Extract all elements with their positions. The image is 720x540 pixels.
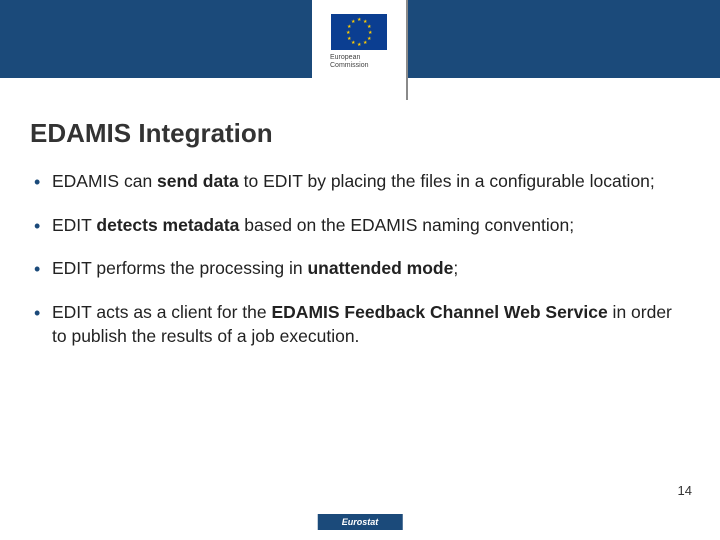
- slide-content: EDAMIS can send data to EDIT by placing …: [30, 170, 680, 368]
- slide: ★ ★ ★ ★ ★ ★ ★ ★ ★ ★ ★ ★ European Commiss…: [0, 0, 720, 540]
- bullet-text: ;: [453, 258, 458, 278]
- bullet-item: EDIT acts as a client for the EDAMIS Fee…: [30, 301, 680, 348]
- slide-title: EDAMIS Integration: [30, 118, 273, 149]
- eu-stars-icon: ★ ★ ★ ★ ★ ★ ★ ★ ★ ★ ★ ★: [346, 19, 372, 45]
- bullet-text: EDAMIS can: [52, 171, 157, 191]
- page-number: 14: [678, 483, 692, 498]
- bullet-bold-text: send data: [157, 171, 239, 191]
- logo-line2: Commission: [330, 62, 369, 69]
- bullet-text: EDIT acts as a client for the: [52, 302, 272, 322]
- bullet-bold-text: detects metadata: [96, 215, 239, 235]
- bullet-item: EDIT performs the processing in unattend…: [30, 257, 680, 281]
- ec-logo-text: European Commission: [330, 54, 369, 69]
- eu-flag-icon: ★ ★ ★ ★ ★ ★ ★ ★ ★ ★ ★ ★: [331, 14, 387, 50]
- bullet-text: EDIT performs the processing in: [52, 258, 307, 278]
- bullet-bold-text: EDAMIS Feedback Channel Web Service: [272, 302, 608, 322]
- bullet-item: EDAMIS can send data to EDIT by placing …: [30, 170, 680, 194]
- bullet-text: EDIT: [52, 215, 96, 235]
- bullet-item: EDIT detects metadata based on the EDAMI…: [30, 214, 680, 238]
- bullet-text: based on the EDAMIS naming convention;: [239, 215, 574, 235]
- ec-logo: ★ ★ ★ ★ ★ ★ ★ ★ ★ ★ ★ ★ European Commiss…: [318, 14, 400, 69]
- footer-label: Eurostat: [318, 514, 403, 530]
- bullet-bold-text: unattended mode: [307, 258, 453, 278]
- bullet-text: to EDIT by placing the files in a config…: [239, 171, 655, 191]
- logo-line1: European: [330, 54, 360, 61]
- bullet-list: EDAMIS can send data to EDIT by placing …: [30, 170, 680, 348]
